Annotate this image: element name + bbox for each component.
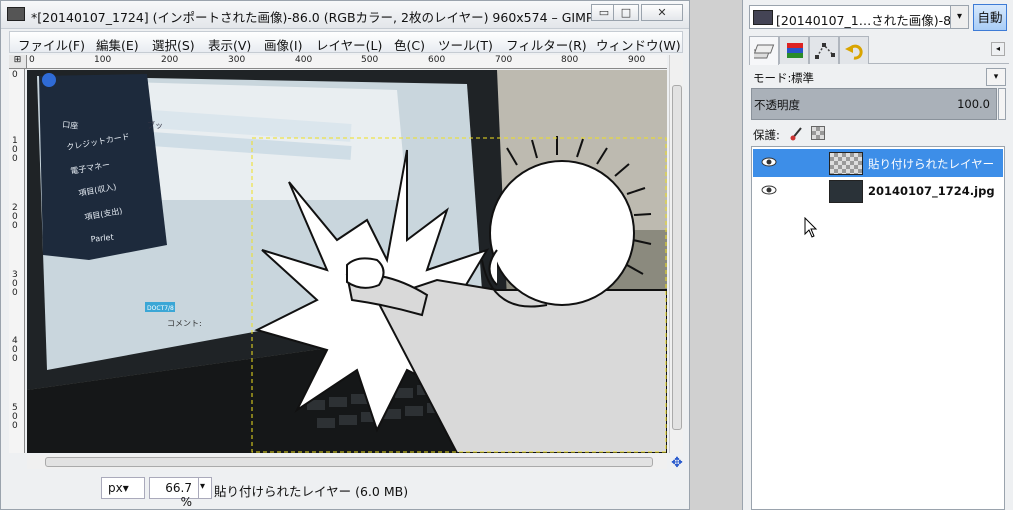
dock-tabs: ◂ (749, 36, 1009, 65)
mode-dropdown-arrow[interactable]: ▾ (986, 68, 1006, 86)
menu-layer[interactable]: レイヤー(L) (316, 35, 382, 54)
menu-image[interactable]: 画像(I) (264, 35, 302, 54)
ruler-tick: 900 (628, 55, 646, 65)
menu-view[interactable]: 表示(V) (208, 35, 251, 54)
menu-tools[interactable]: ツール(T) (438, 35, 493, 54)
window-title: *[20140107_1724] (インポートされた画像)-86.0 (RGBカ… (31, 10, 594, 25)
auto-button[interactable]: 自動 (973, 4, 1007, 31)
mode-row: モード: 標準 ▾ (751, 68, 1006, 88)
ruler-tick: 0 (29, 55, 35, 65)
canvas-menu-item: 口座 (62, 119, 79, 131)
lock-pixels-brush-icon[interactable] (789, 125, 805, 141)
channels-icon (787, 43, 803, 58)
tab-undo-history[interactable] (839, 36, 869, 64)
eye-icon[interactable] (761, 183, 777, 197)
layer-name[interactable]: 20140107_1724.jpg (868, 184, 995, 198)
ruler-tick: 300 (228, 55, 246, 65)
tab-menu-button[interactable]: ◂ (991, 42, 1005, 56)
layer-row-photo[interactable]: 20140107_1724.jpg (753, 177, 1003, 205)
vertical-ruler[interactable]: 0 1 0 0 2 0 0 3 0 0 4 0 0 5 0 0 (9, 69, 25, 453)
tab-layers[interactable] (749, 36, 779, 65)
undo-history-icon (845, 44, 863, 60)
gimp-app-icon (7, 7, 25, 21)
image-selector-arrow[interactable]: ▾ (950, 6, 968, 28)
opacity-label: 不透明度 (754, 98, 800, 112)
menu-edit[interactable]: 編集(E) (96, 35, 139, 54)
horizontal-scroll-thumb[interactable] (45, 457, 653, 467)
ruler-tick: 600 (428, 55, 446, 65)
mouse-cursor-icon (804, 217, 818, 238)
tab-channels[interactable] (779, 36, 809, 64)
opacity-spinner[interactable] (998, 88, 1006, 120)
menu-colors[interactable]: 色(C) (394, 35, 425, 54)
layer-row-pasted[interactable]: 貼り付けられたレイヤー (753, 149, 1003, 177)
menu-filters[interactable]: フィルター(R) (506, 35, 587, 54)
layers-dock: [20140107_1…された画像)-86 ▾ 自動 ◂ モード: 標準 ▾ 不… (742, 0, 1013, 510)
ruler-tick: 700 (495, 55, 513, 65)
status-message: 貼り付けられたレイヤー (6.0 MB) (214, 484, 409, 499)
image-selector-label: [20140107_1…された画像)-86 (776, 13, 959, 28)
mode-label: モード: (753, 71, 792, 85)
ruler-tick: 5 0 0 (12, 403, 18, 431)
lock-alpha-icon[interactable] (811, 126, 825, 140)
ruler-tick: 400 (295, 55, 313, 65)
menu-bar: ファイル(F) 編集(E) 選択(S) 表示(V) 画像(I) レイヤー(L) … (9, 31, 683, 53)
lock-row: 保護: (751, 124, 1006, 144)
tab-paths[interactable] (809, 36, 839, 64)
layer-thumbnail (829, 180, 863, 203)
quick-mask-toggle[interactable]: ⊞ (9, 55, 27, 69)
menu-windows[interactable]: ウィンドウ(W) (596, 35, 681, 54)
opacity-value[interactable]: 100.0 (957, 97, 990, 111)
image-selector-thumbnail (753, 10, 773, 25)
menu-file[interactable]: ファイル(F) (18, 35, 85, 54)
ruler-tick: 200 (161, 55, 179, 65)
layers-icon (754, 44, 775, 59)
layer-name[interactable]: 貼り付けられたレイヤー (868, 156, 994, 172)
canvas-screen-text: DOCT7/8 (147, 305, 174, 312)
ruler-tick: 1 0 0 (12, 136, 18, 164)
lock-label: 保護: (753, 128, 780, 142)
image-selector[interactable]: [20140107_1…された画像)-86 ▾ (749, 5, 969, 29)
vertical-scrollbar[interactable] (669, 55, 683, 453)
opacity-slider[interactable]: 不透明度 100.0 (751, 88, 997, 120)
horizontal-scrollbar[interactable] (27, 455, 667, 469)
canvas-screen-text: ブッ (147, 120, 163, 130)
eye-icon[interactable] (761, 155, 777, 169)
navigate-icon[interactable]: ✥ (669, 455, 685, 471)
zoom-dropdown-arrow[interactable]: ▾ (198, 477, 212, 499)
ruler-tick: 4 0 0 (12, 336, 18, 364)
canvas-image: 口座 クレジットカード 電子マネー 項目(収入) 項目(支出) Parlet ブ… (27, 70, 667, 453)
zoom-field[interactable]: 66.7 % (149, 477, 199, 509)
title-bar: *[20140107_1724] (インポートされた画像)-86.0 (RGBカ… (1, 1, 689, 29)
desktop-gap (690, 0, 742, 510)
maximize-button[interactable]: □ (613, 4, 639, 21)
mode-value[interactable]: 標準 (791, 70, 814, 86)
ruler-tick: 500 (361, 55, 379, 65)
close-button[interactable]: ✕ (641, 4, 683, 21)
canvas-screen-text: コメント: (167, 319, 202, 328)
horizontal-ruler[interactable]: 0 100 200 300 400 500 600 700 800 900 (27, 55, 667, 69)
vertical-scroll-thumb[interactable] (672, 85, 682, 430)
status-bar: px▾ 66.7 % ▾ 貼り付けられたレイヤー (6.0 MB) (9, 473, 683, 509)
image-canvas[interactable]: 口座 クレジットカード 電子マネー 項目(収入) 項目(支出) Parlet ブ… (27, 70, 667, 453)
ruler-tick: 100 (94, 55, 112, 65)
ruler-tick: 2 0 0 (12, 203, 18, 231)
menu-select[interactable]: 選択(S) (152, 35, 195, 54)
ruler-tick: 0 (12, 70, 18, 80)
layers-list: 貼り付けられたレイヤー 20140107_1724.jpg (751, 146, 1005, 510)
unit-select[interactable]: px▾ (101, 477, 145, 499)
ruler-tick: 800 (561, 55, 579, 65)
gimp-image-window: *[20140107_1724] (インポートされた画像)-86.0 (RGBカ… (0, 0, 690, 510)
paths-icon (815, 43, 835, 59)
layer-thumbnail (829, 152, 863, 175)
ruler-tick: 3 0 0 (12, 270, 18, 298)
